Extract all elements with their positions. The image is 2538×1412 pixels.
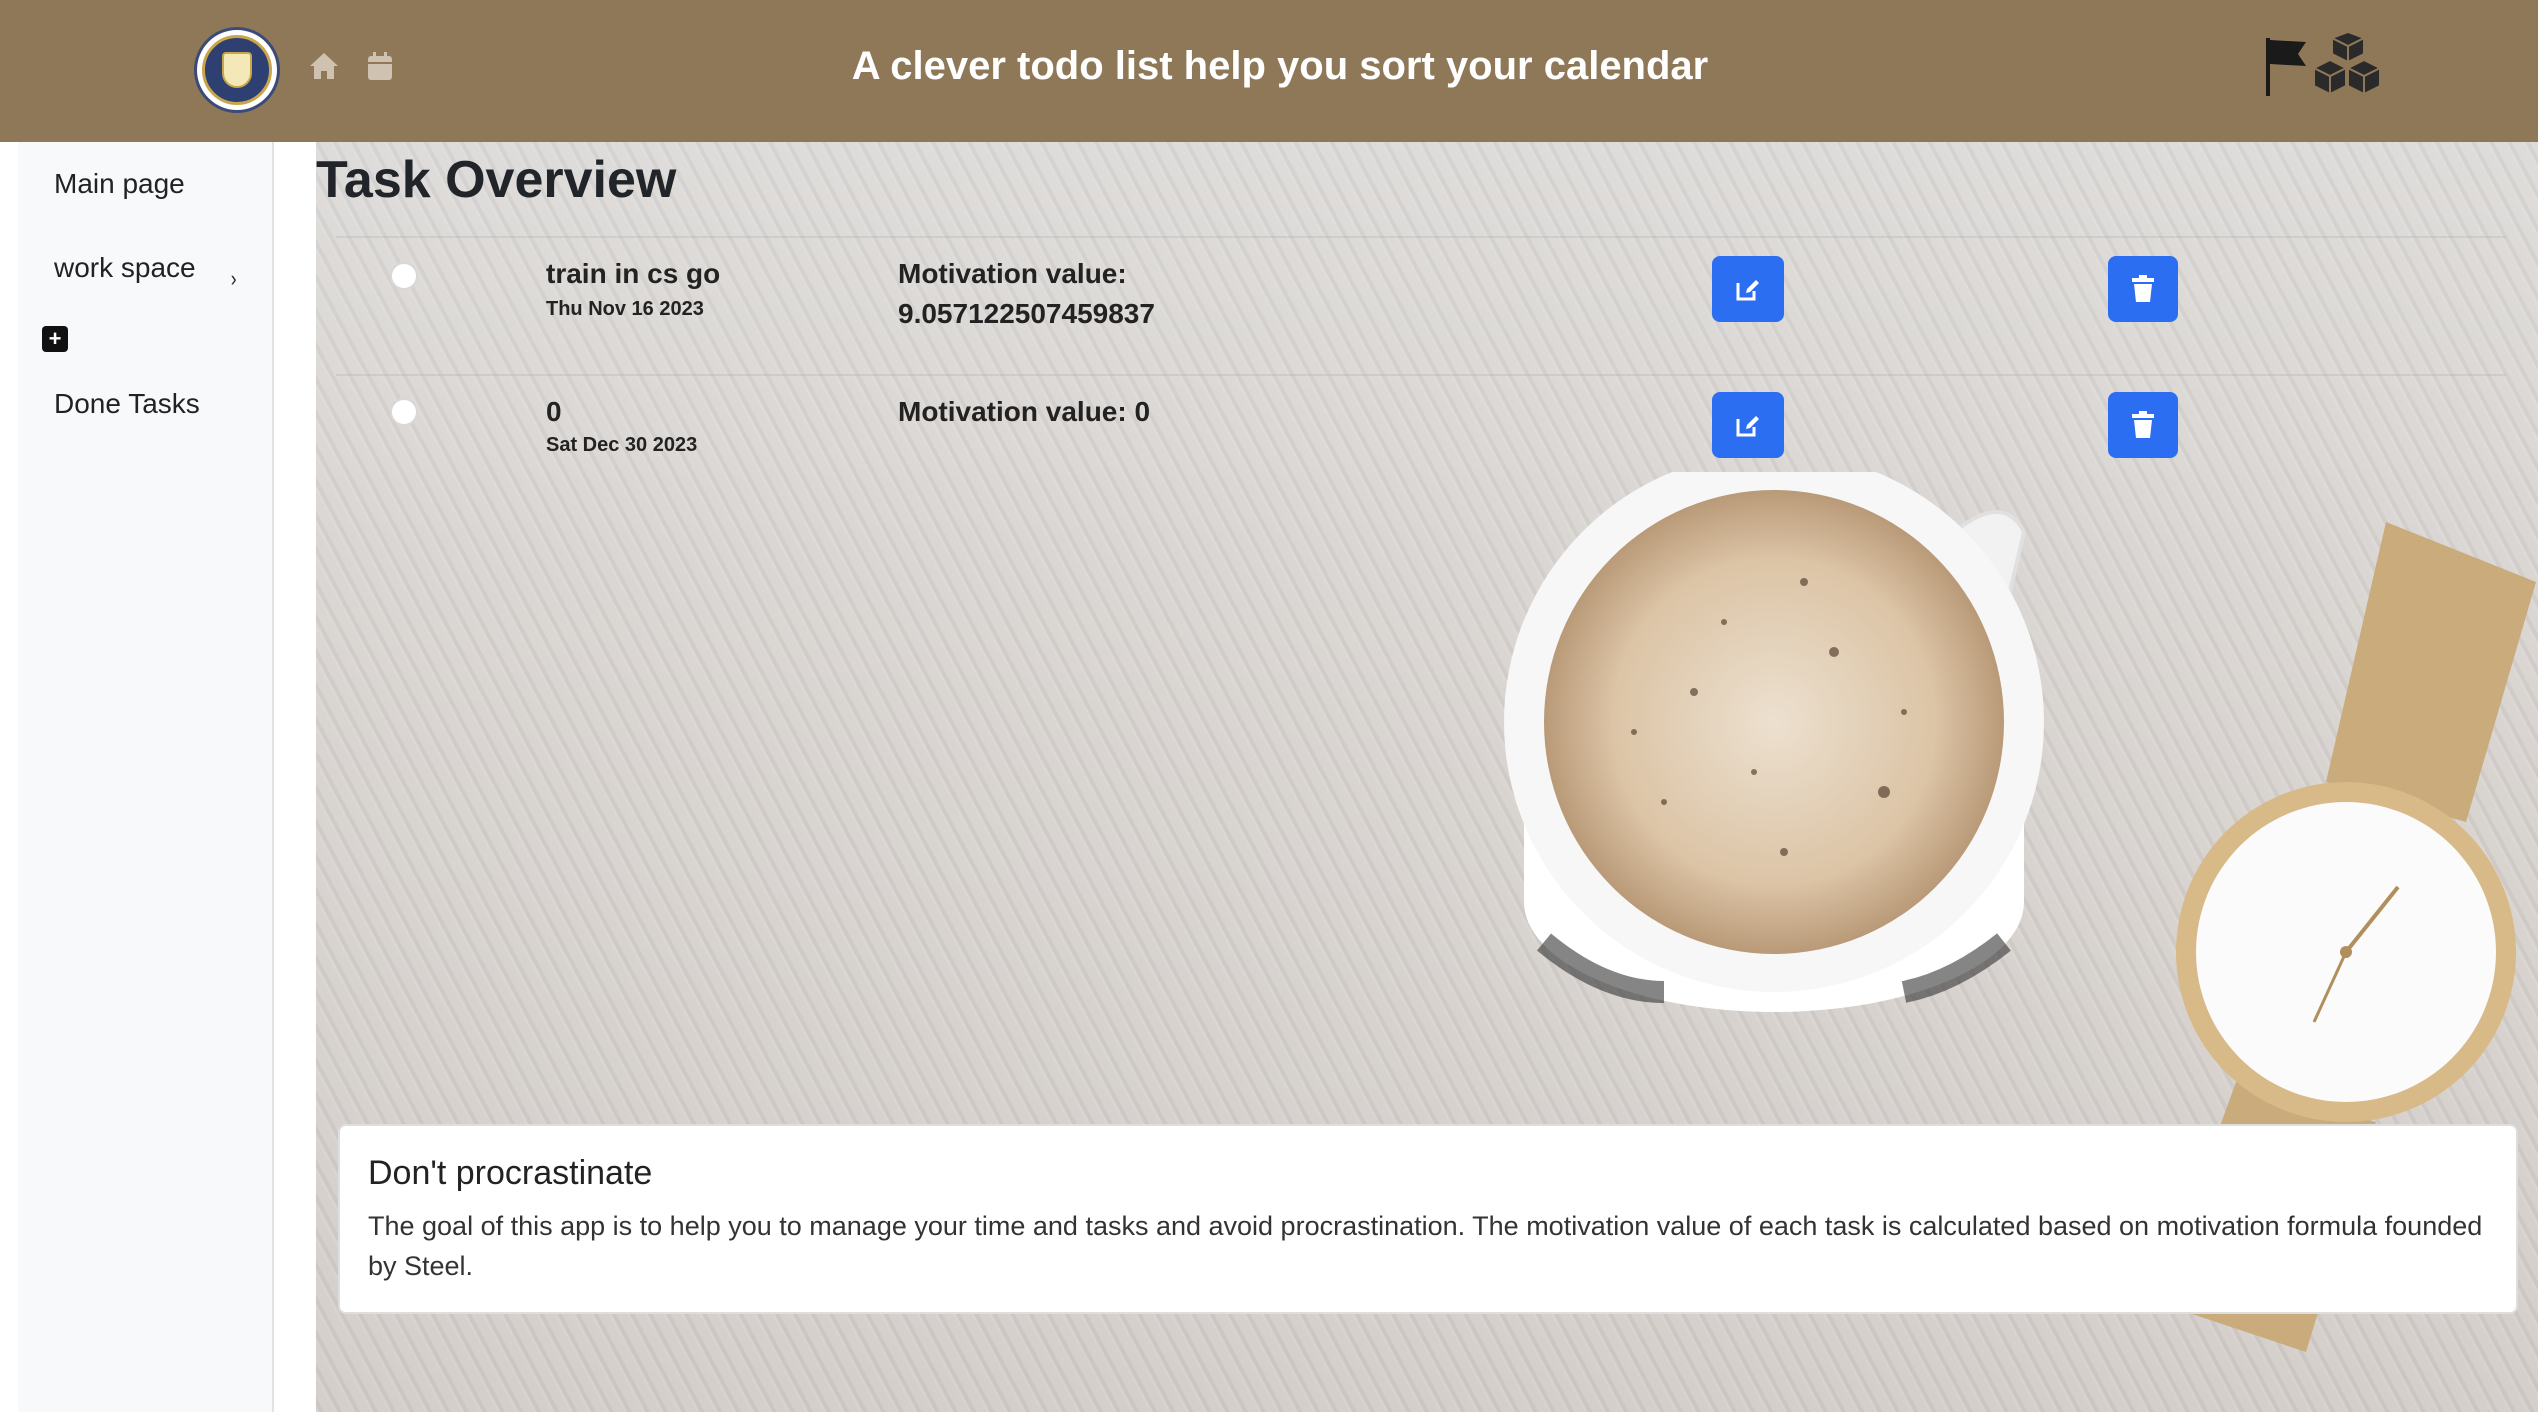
motivation-label: Motivation value: bbox=[898, 258, 1127, 289]
flag-cubes-logo[interactable] bbox=[2262, 30, 2384, 106]
trash-icon bbox=[2132, 275, 2154, 302]
delete-task-button[interactable] bbox=[2108, 256, 2178, 322]
motivation-label: Motivation value: bbox=[898, 396, 1127, 427]
motivation-number: 0 bbox=[1134, 396, 1151, 427]
coffee-mug-image bbox=[1504, 472, 2044, 1012]
edit-task-button[interactable] bbox=[1712, 256, 1784, 322]
task-date: Thu Nov 16 2023 bbox=[546, 298, 704, 320]
page-title: Task Overview bbox=[316, 151, 677, 209]
edit-task-button[interactable] bbox=[1712, 392, 1784, 458]
card-title: Don't procrastinate bbox=[368, 1154, 653, 1192]
add-workspace-button[interactable]: + bbox=[42, 326, 68, 352]
task-complete-radio[interactable] bbox=[390, 398, 418, 426]
sidebar: Main page work space › + Done Tasks bbox=[18, 142, 274, 1412]
task-name: train in cs go bbox=[546, 258, 721, 289]
task-complete-radio[interactable] bbox=[390, 262, 418, 290]
task-row bbox=[336, 374, 2506, 482]
task-row bbox=[336, 236, 2506, 354]
delete-task-button[interactable] bbox=[2108, 392, 2178, 458]
task-date: Sat Dec 30 2023 bbox=[546, 434, 698, 456]
task-name: 0 bbox=[546, 396, 562, 427]
edit-icon bbox=[1736, 280, 1759, 301]
info-card: Don't procrastinate The goal of this app… bbox=[338, 1124, 2518, 1314]
motivation-value: Motivation value: 0 bbox=[898, 392, 1150, 432]
edit-icon bbox=[1736, 416, 1759, 437]
sidebar-item-work-space[interactable]: work space bbox=[54, 252, 196, 284]
sidebar-item-done-tasks[interactable]: Done Tasks bbox=[54, 388, 200, 420]
header-title: A clever todo list help you sort your ca… bbox=[851, 44, 1709, 88]
top-header: A clever todo list help you sort your ca… bbox=[0, 0, 2538, 142]
motivation-number: 9.057122507459837 bbox=[898, 298, 1155, 329]
card-text: The goal of this app is to help you to m… bbox=[368, 1211, 2483, 1281]
sidebar-item-main-page[interactable]: Main page bbox=[54, 168, 185, 200]
motivation-value: Motivation value: 9.057122507459837 bbox=[898, 254, 1155, 334]
chevron-right-icon[interactable]: › bbox=[231, 266, 237, 292]
trash-icon bbox=[2132, 411, 2154, 438]
